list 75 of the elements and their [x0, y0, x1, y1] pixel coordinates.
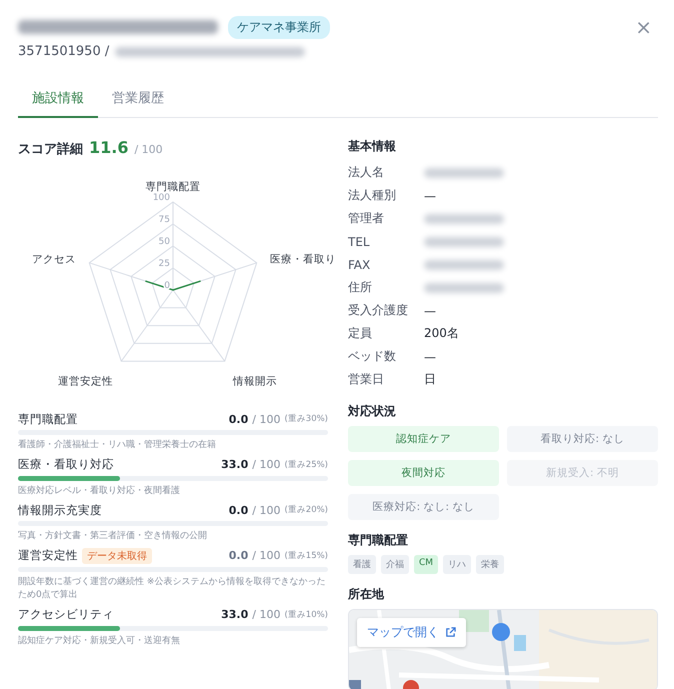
section-title: 基本情報 [348, 138, 397, 155]
status-chip: 医療対応: なし: なし [348, 494, 499, 520]
axis-label: 運営安定性 [58, 376, 114, 388]
category-badge: ケアマネ事業所 [228, 16, 330, 38]
section-title: スコア詳細 [18, 141, 83, 158]
info-label: 管理者 [348, 210, 385, 227]
weight-label: (重み30%) [284, 413, 328, 425]
score-max: / 100 [252, 458, 280, 471]
axis-tick: 75 [158, 215, 170, 225]
score-note: 認知症ケア対応・新規受入可・送迎有無 [18, 634, 181, 648]
score-note: 医療対応レベル・看取り対応・夜間看護 [18, 484, 181, 498]
info-label: 受入介護度 [348, 302, 409, 319]
info-label: 住所 [348, 279, 373, 296]
staff-tag: リハ [443, 555, 472, 574]
staff-tag: 介福 [381, 555, 409, 574]
section-title: 対応状況 [348, 403, 397, 420]
axis-label: 専門職配置 [146, 181, 200, 193]
info-value: — [424, 188, 436, 202]
score-max: / 100 [252, 549, 280, 562]
axis-label: 医療・看取り [270, 253, 336, 266]
score-value: 0.0 [228, 412, 248, 426]
score-label: 専門職配置 [18, 412, 78, 426]
axis-label: 情報開示 [232, 376, 277, 388]
info-label: ベッド数 [348, 348, 397, 365]
score-value: 0.0 [228, 549, 248, 562]
score-value: 33.0 [221, 458, 248, 471]
axis-tick: 25 [158, 259, 170, 269]
axis-tick: 50 [158, 237, 170, 247]
facility-id: 3571501950 / [18, 44, 110, 59]
info-value: — [424, 350, 436, 364]
score-value: 0.0 [228, 504, 248, 516]
score-line [144, 280, 202, 291]
score-max: / 100 [252, 504, 280, 516]
info-label: 法人名 [348, 164, 385, 181]
weight-label: (重み25%) [284, 458, 328, 470]
status-chip: 認知症ケア [348, 426, 499, 452]
score-max: / 100 [252, 608, 280, 621]
status-chip: 看取り対応: なし [507, 426, 658, 452]
score-label: アクセシビリティ [18, 607, 114, 622]
status-chip: 新規受入: 不明 [507, 460, 658, 486]
score-label: 医療・看取り対応 [18, 457, 114, 472]
score-max: / 100 [252, 412, 280, 426]
info-label: 法人種別 [348, 187, 397, 204]
info-label: 定員 [348, 325, 373, 342]
status-chip: 夜間対応 [348, 460, 499, 486]
info-value: 200名 [424, 325, 459, 342]
info-value: — [424, 304, 436, 318]
weight-label: (重み10%) [284, 608, 328, 620]
score-label: 情報開示充実度 [18, 502, 102, 518]
info-label: FAX [348, 258, 372, 272]
info-value: 日 [424, 371, 436, 388]
section-title: 所在地 [348, 586, 385, 603]
weight-label: (重み20%) [284, 504, 328, 516]
section-title: 専門職配置 [348, 532, 409, 549]
total-score: 11.6 [89, 138, 128, 157]
open-map-button[interactable]: マップで開く [357, 618, 466, 647]
staff-tag: 栄養 [476, 555, 504, 574]
score-note: 看護師・介護福祉士・リハ職・管理栄養士の在籍 [18, 439, 217, 452]
info-label: TEL [348, 234, 371, 248]
tab[interactable]: 営業履歴 [98, 83, 178, 118]
staff-tag: CM [414, 555, 438, 574]
weight-label: (重み15%) [284, 550, 328, 562]
score-label: 運営安定性 [18, 548, 78, 563]
close-button[interactable]: × [629, 17, 658, 37]
axis-tick: 100 [152, 193, 170, 203]
external-link-icon [445, 627, 456, 638]
warning-tag: データ未取得 [82, 548, 152, 564]
tab[interactable]: 施設情報 [18, 83, 98, 118]
score-note: 開設年数に基づく運営の継続性 ※公表システムから情報を取得できなかったため0点で算出 [18, 576, 326, 602]
staff-tag: 看護 [348, 555, 376, 574]
axis-label: アクセス [32, 253, 76, 266]
score-value: 33.0 [221, 608, 248, 621]
info-label: 営業日 [348, 371, 385, 388]
score-max: / 100 [134, 143, 163, 156]
score-note: 写真・方針文書・第三者評価・空き情報の公開 [18, 530, 208, 543]
